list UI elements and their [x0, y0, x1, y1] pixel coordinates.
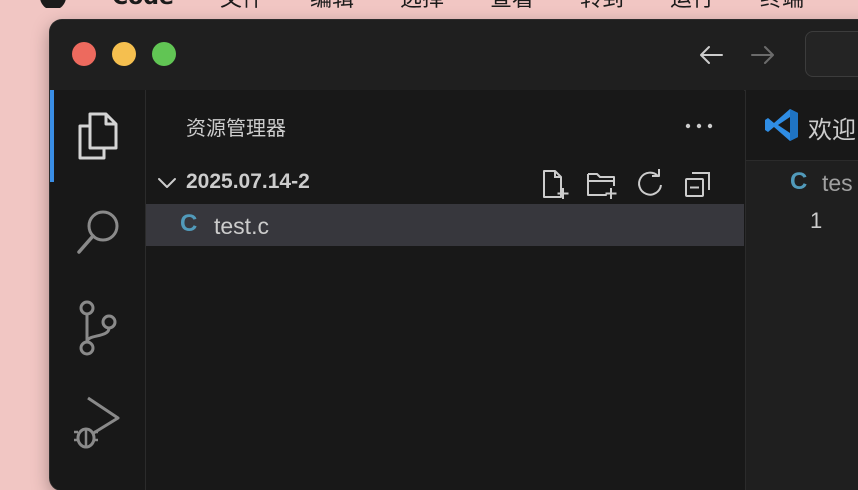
explorer-title: 资源管理器 [186, 116, 286, 140]
workspace-folder-row[interactable]: 2025.07.14-2 [146, 168, 744, 200]
activity-run-debug[interactable] [50, 378, 145, 470]
collapse-all-icon[interactable] [682, 168, 714, 200]
menu-go[interactable]: 转到 [580, 0, 624, 8]
refresh-icon[interactable] [634, 168, 666, 200]
new-folder-icon[interactable] [586, 168, 618, 200]
files-icon [78, 112, 117, 160]
more-actions-icon[interactable] [684, 122, 714, 130]
macos-menubar: Code 文件 编辑 选择 查看 转到 运行 终端 [0, 0, 858, 8]
c-file-icon: C [180, 210, 198, 237]
command-center-search[interactable] [805, 31, 858, 77]
menu-file[interactable]: 文件 [220, 0, 264, 8]
workspace-folder-name[interactable]: 2025.07.14-2 [186, 170, 310, 194]
new-file-icon[interactable] [538, 168, 570, 200]
breadcrumb-file-name[interactable]: tes [822, 170, 853, 197]
file-row-test-c[interactable]: C test.c [146, 204, 744, 246]
back-arrow-icon[interactable] [696, 40, 726, 70]
editor-tab-bar: 欢迎 [746, 90, 858, 161]
menu-run[interactable]: 运行 [670, 0, 714, 8]
explorer-sidebar: 资源管理器 2025.07.14-2 C test.c [146, 90, 744, 490]
menu-edit[interactable]: 编辑 [310, 0, 354, 8]
activity-search[interactable] [50, 186, 145, 278]
line-number: 1 [810, 208, 823, 233]
activity-source-control[interactable] [50, 282, 145, 374]
menu-view[interactable]: 查看 [490, 0, 534, 8]
activity-explorer[interactable] [50, 90, 145, 182]
run-debug-icon [73, 396, 119, 449]
menu-selection[interactable]: 选择 [400, 0, 444, 8]
maximize-window-button[interactable] [152, 42, 176, 66]
menu-terminal[interactable]: 终端 [760, 0, 804, 8]
editor-area: 欢迎 C tes 1 [745, 90, 858, 490]
vscode-logo-icon [765, 109, 798, 141]
breadcrumb-c-file-icon: C [790, 168, 808, 195]
close-window-button[interactable] [72, 42, 96, 66]
search-icon [76, 210, 118, 254]
minimize-window-button[interactable] [112, 42, 136, 66]
menu-app-name[interactable]: Code [112, 0, 174, 8]
tab-welcome[interactable]: 欢迎 [808, 110, 856, 145]
activity-bar [50, 90, 146, 490]
title-bar [50, 20, 858, 91]
apple-logo-icon[interactable] [40, 0, 66, 8]
chevron-down-icon[interactable] [156, 172, 178, 194]
source-control-icon [79, 300, 116, 356]
file-name[interactable]: test.c [214, 213, 269, 240]
forward-arrow-icon[interactable] [748, 40, 778, 70]
explorer-header: 资源管理器 [146, 90, 744, 160]
vscode-window: 资源管理器 2025.07.14-2 C test.c 欢迎 C tes 1 [50, 20, 858, 490]
